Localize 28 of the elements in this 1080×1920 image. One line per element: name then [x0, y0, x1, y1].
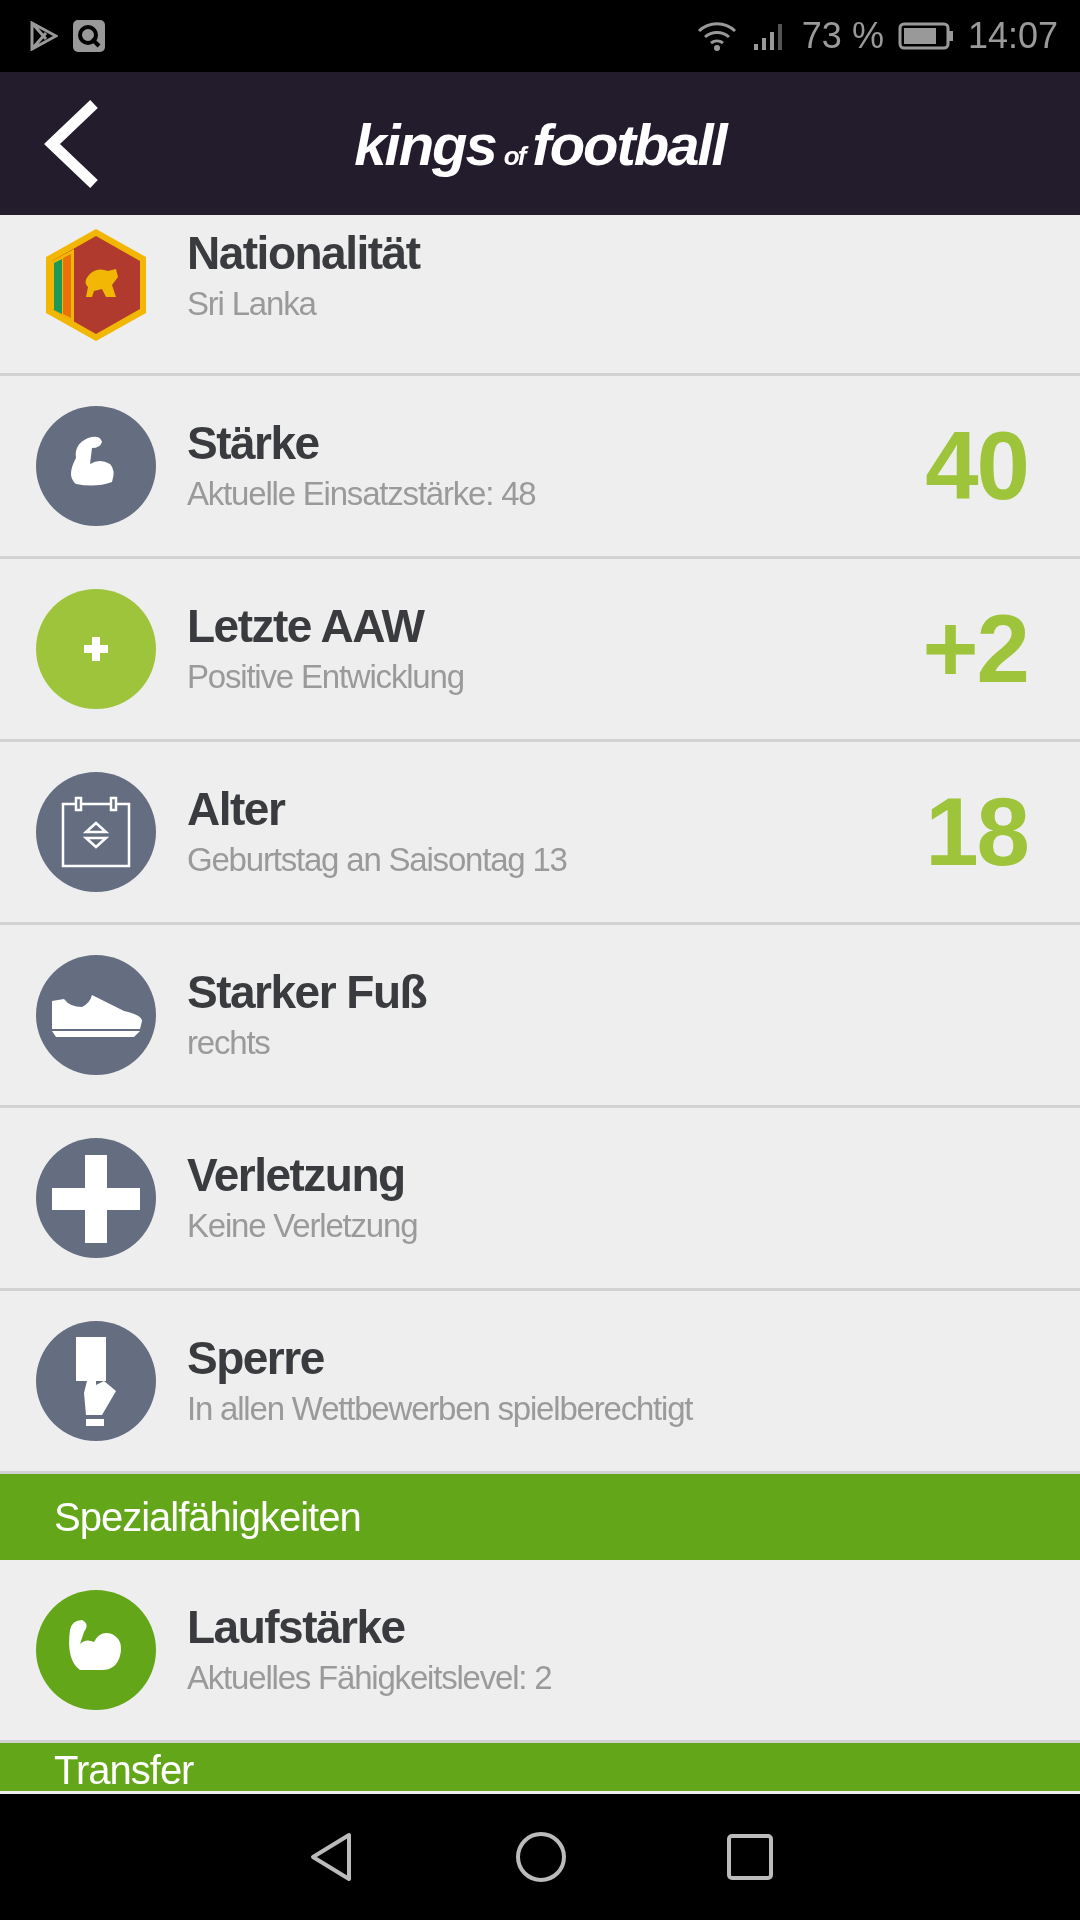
- battery-percentage: 73 %: [801, 15, 884, 57]
- row-title: Letzte AAW: [187, 599, 426, 654]
- row-title: Alter: [187, 782, 286, 837]
- row-subtitle: Sri Lanka: [187, 284, 318, 324]
- row-subtitle: rechts: [187, 1023, 271, 1063]
- wifi-icon: [695, 20, 738, 52]
- home-icon[interactable]: [515, 1831, 567, 1883]
- recent-apps-icon[interactable]: [727, 1834, 773, 1880]
- row-subtitle: Positive Entwicklung: [187, 657, 465, 697]
- stat-value: 40: [925, 411, 1028, 521]
- row-title: Sperre: [187, 1331, 325, 1386]
- row-title: Starker Fuß: [187, 965, 428, 1020]
- row-subtitle: Keine Verletzung: [187, 1206, 419, 1246]
- clock: 14:07: [967, 15, 1058, 57]
- row-title: Verletzung: [187, 1148, 406, 1203]
- app-logo: kings of football: [354, 110, 726, 177]
- section-header: Transfer: [0, 1743, 1080, 1791]
- section-header: Spezialfähigkeiten: [0, 1474, 1080, 1560]
- row-subtitle: Aktuelles Fähigkeitslevel: 2: [187, 1658, 553, 1698]
- stat-value: +2: [922, 594, 1028, 704]
- row-title: Stärke: [187, 416, 320, 471]
- row-subtitle: In allen Wettbewerben spielberechtigt: [187, 1389, 694, 1429]
- battery-icon: [897, 22, 954, 50]
- stat-value: 18: [925, 777, 1028, 887]
- row-subtitle: Aktuelle Einsatzstärke: 48: [187, 474, 537, 514]
- row-title: Nationalität: [187, 226, 421, 281]
- row-title: Laufstärke: [187, 1600, 406, 1655]
- row-subtitle: Geburtstag an Saisontag 13: [187, 840, 568, 880]
